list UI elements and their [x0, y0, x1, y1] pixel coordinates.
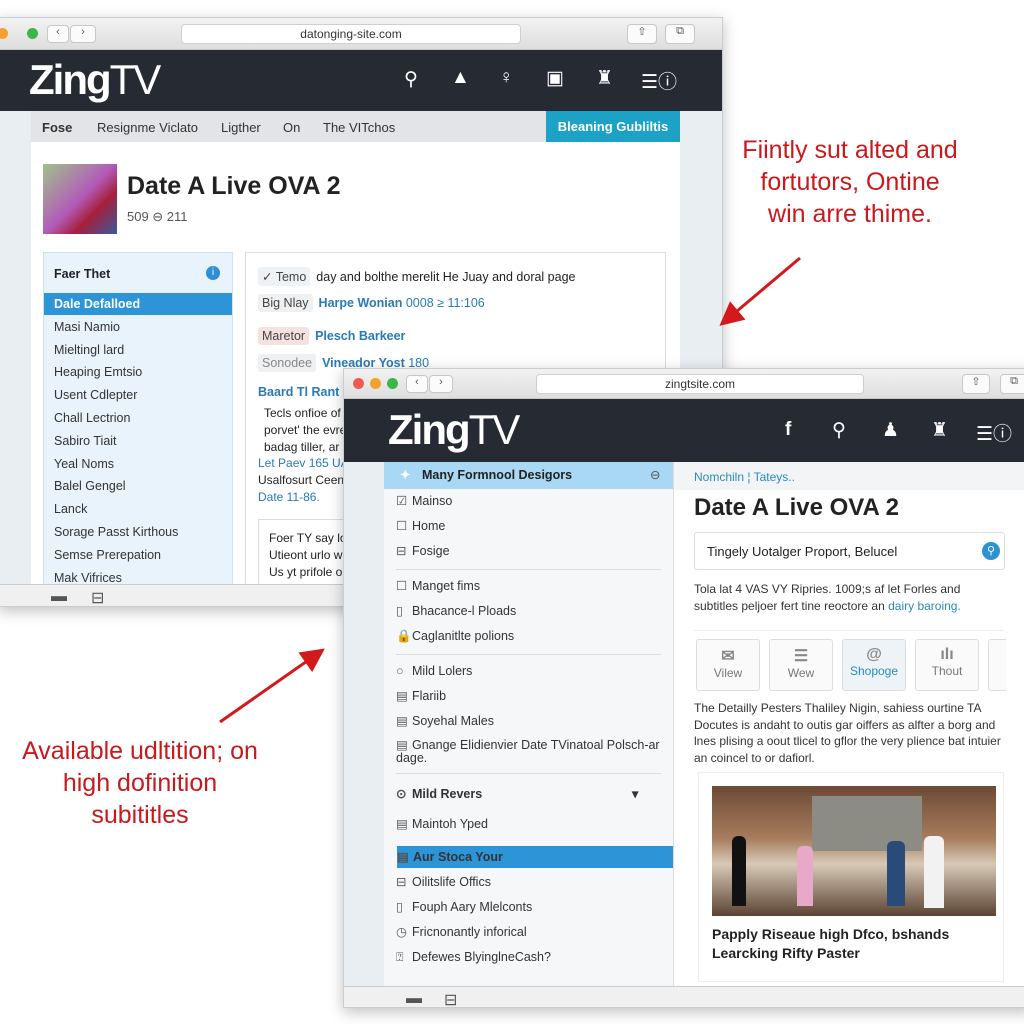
- arrow-top: [719, 256, 801, 326]
- arrow-bottom: [219, 648, 325, 724]
- annotation-arrows: [219, 256, 801, 724]
